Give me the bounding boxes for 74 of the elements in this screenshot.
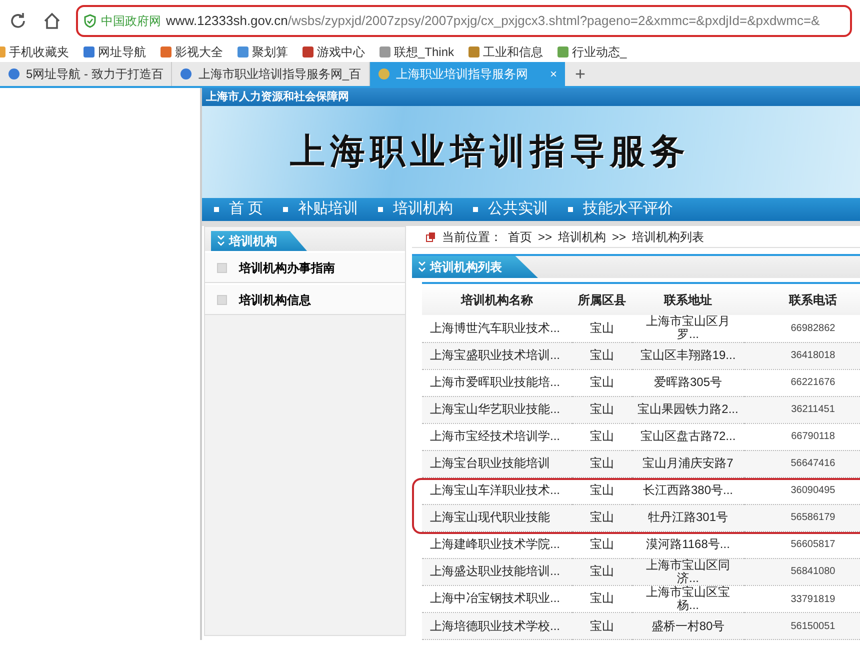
home-icon[interactable] bbox=[42, 11, 62, 31]
breadcrumb-separator: >> bbox=[538, 228, 552, 246]
table-cell: 56150051 bbox=[744, 612, 860, 640]
table-cell: 36211451 bbox=[744, 396, 860, 423]
institution-link[interactable]: 上海盛达职业技能培训... bbox=[422, 558, 572, 586]
security-label: 中国政府网 bbox=[101, 13, 161, 30]
bookmark-link[interactable]: 影视大全 bbox=[160, 43, 223, 61]
refresh-icon[interactable] bbox=[8, 11, 28, 31]
table-cell: 56841080 bbox=[744, 558, 860, 586]
favicon-icon bbox=[378, 68, 390, 80]
favicon-icon bbox=[302, 46, 314, 58]
table-cell: 盛桥一村80号 bbox=[632, 612, 744, 640]
bookmark-link[interactable]: 聚划算 bbox=[237, 43, 288, 61]
double-chevron-icon bbox=[418, 261, 426, 273]
table-cell: 宝山区丰翔路19... bbox=[632, 342, 744, 369]
table-cell: 上海市宝山区同济... bbox=[632, 558, 744, 586]
favicon-icon bbox=[379, 46, 391, 58]
breadcrumb-link[interactable]: 首页 bbox=[508, 228, 532, 246]
sidebar-title: 培训机构 bbox=[211, 231, 307, 251]
nav-link[interactable]: 技能水平评价 bbox=[568, 198, 674, 221]
column-header: 联系电话 bbox=[744, 283, 860, 315]
breadcrumb-separator: >> bbox=[612, 228, 626, 246]
favicon-icon bbox=[83, 46, 95, 58]
table-cell: 宝山 bbox=[572, 558, 632, 586]
banner-title: 上海职业培训指导服务 bbox=[290, 130, 690, 173]
table-cell: 宝山 bbox=[572, 450, 632, 477]
sidebar-item[interactable]: 培训机构办事指南 bbox=[205, 251, 405, 283]
table-cell: 56647416 bbox=[744, 450, 860, 477]
table-cell: 宝山 bbox=[572, 396, 632, 423]
table-cell: 宝山 bbox=[572, 504, 632, 531]
favicon-icon bbox=[160, 46, 172, 58]
column-header: 所属区县 bbox=[572, 283, 632, 315]
bookmark-link[interactable]: 游戏中心 bbox=[302, 43, 365, 61]
double-chevron-icon bbox=[217, 235, 225, 247]
bookmark-link[interactable]: 网址导航 bbox=[83, 43, 146, 61]
favicon-icon bbox=[237, 46, 249, 58]
bookmark-link[interactable]: 行业动态_ bbox=[557, 43, 627, 61]
sidebar-item[interactable]: 培训机构信息 bbox=[205, 283, 405, 315]
institution-link[interactable]: 上海宝台职业技能培训 bbox=[422, 450, 572, 477]
list-title: 培训机构列表 bbox=[412, 256, 538, 278]
bookmark-link[interactable]: 手机收藏夹 bbox=[0, 43, 69, 61]
address-bar[interactable]: 中国政府网 www.12333sh.gov.cn/wsbs/zypxjd/2007zpsy/2007pxjg/cx_pxjgcx3.shtml?pageno=2&xmmc=&pxdjId=&pxdwmc=& bbox=[76, 5, 852, 37]
breadcrumb-link[interactable]: 培训机构 bbox=[558, 228, 606, 246]
site-top-bar: 上海市人力资源和社会保障网 bbox=[202, 88, 860, 106]
bookmark-link[interactable]: 工业和信息 bbox=[468, 43, 544, 61]
table-cell: 宝山 bbox=[572, 612, 632, 640]
nav-link[interactable]: 首 页 bbox=[214, 198, 264, 221]
institution-link[interactable]: 上海宝山华艺职业技能... bbox=[422, 396, 572, 423]
institution-link[interactable]: 上海培德职业技术学校... bbox=[422, 612, 572, 640]
url-text: www.12333sh.gov.cn/wsbs/zypxjd/2007zpsy/2007pxjg/cx_pxjgcx3.shtml?pageno=2&xmmc=&pxdjId=&pxdwmc=& bbox=[166, 12, 820, 30]
table-cell: 36418018 bbox=[744, 342, 860, 369]
favicon-icon bbox=[557, 46, 570, 58]
institution-link[interactable]: 上海宝山现代职业技能 bbox=[422, 504, 572, 531]
nav-link[interactable]: 培训机构 bbox=[378, 198, 454, 221]
nav-link[interactable]: 公共实训 bbox=[473, 198, 548, 221]
table-cell: 牡丹江路301号 bbox=[632, 504, 744, 531]
favicon-icon bbox=[468, 46, 480, 58]
browser-tab[interactable]: 5网址导航 - 致力于打造百 bbox=[0, 62, 172, 86]
shield-icon bbox=[84, 14, 96, 28]
column-header: 培训机构名称 bbox=[422, 283, 572, 315]
favicon-icon bbox=[8, 68, 20, 80]
institution-link[interactable]: 上海宝盛职业技术培训... bbox=[422, 342, 572, 369]
table-cell: 56586179 bbox=[744, 504, 860, 531]
breadcrumb-link[interactable]: 培训机构列表 bbox=[632, 228, 704, 246]
column-header: 联系地址 bbox=[632, 283, 744, 315]
table-cell: 宝山果园铁力路2... bbox=[632, 396, 744, 423]
bookmark-link[interactable]: 联想_Think bbox=[379, 43, 454, 61]
favicon-icon bbox=[180, 68, 192, 80]
pages-icon bbox=[426, 232, 436, 242]
nav-link[interactable]: 补贴培训 bbox=[283, 198, 358, 221]
table-cell: 宝山 bbox=[572, 342, 632, 369]
table-cell: 宝山月浦庆安路7 bbox=[632, 450, 744, 477]
breadcrumb-label: 当前位置： bbox=[442, 228, 502, 246]
new-tab-button[interactable]: + bbox=[565, 65, 596, 83]
